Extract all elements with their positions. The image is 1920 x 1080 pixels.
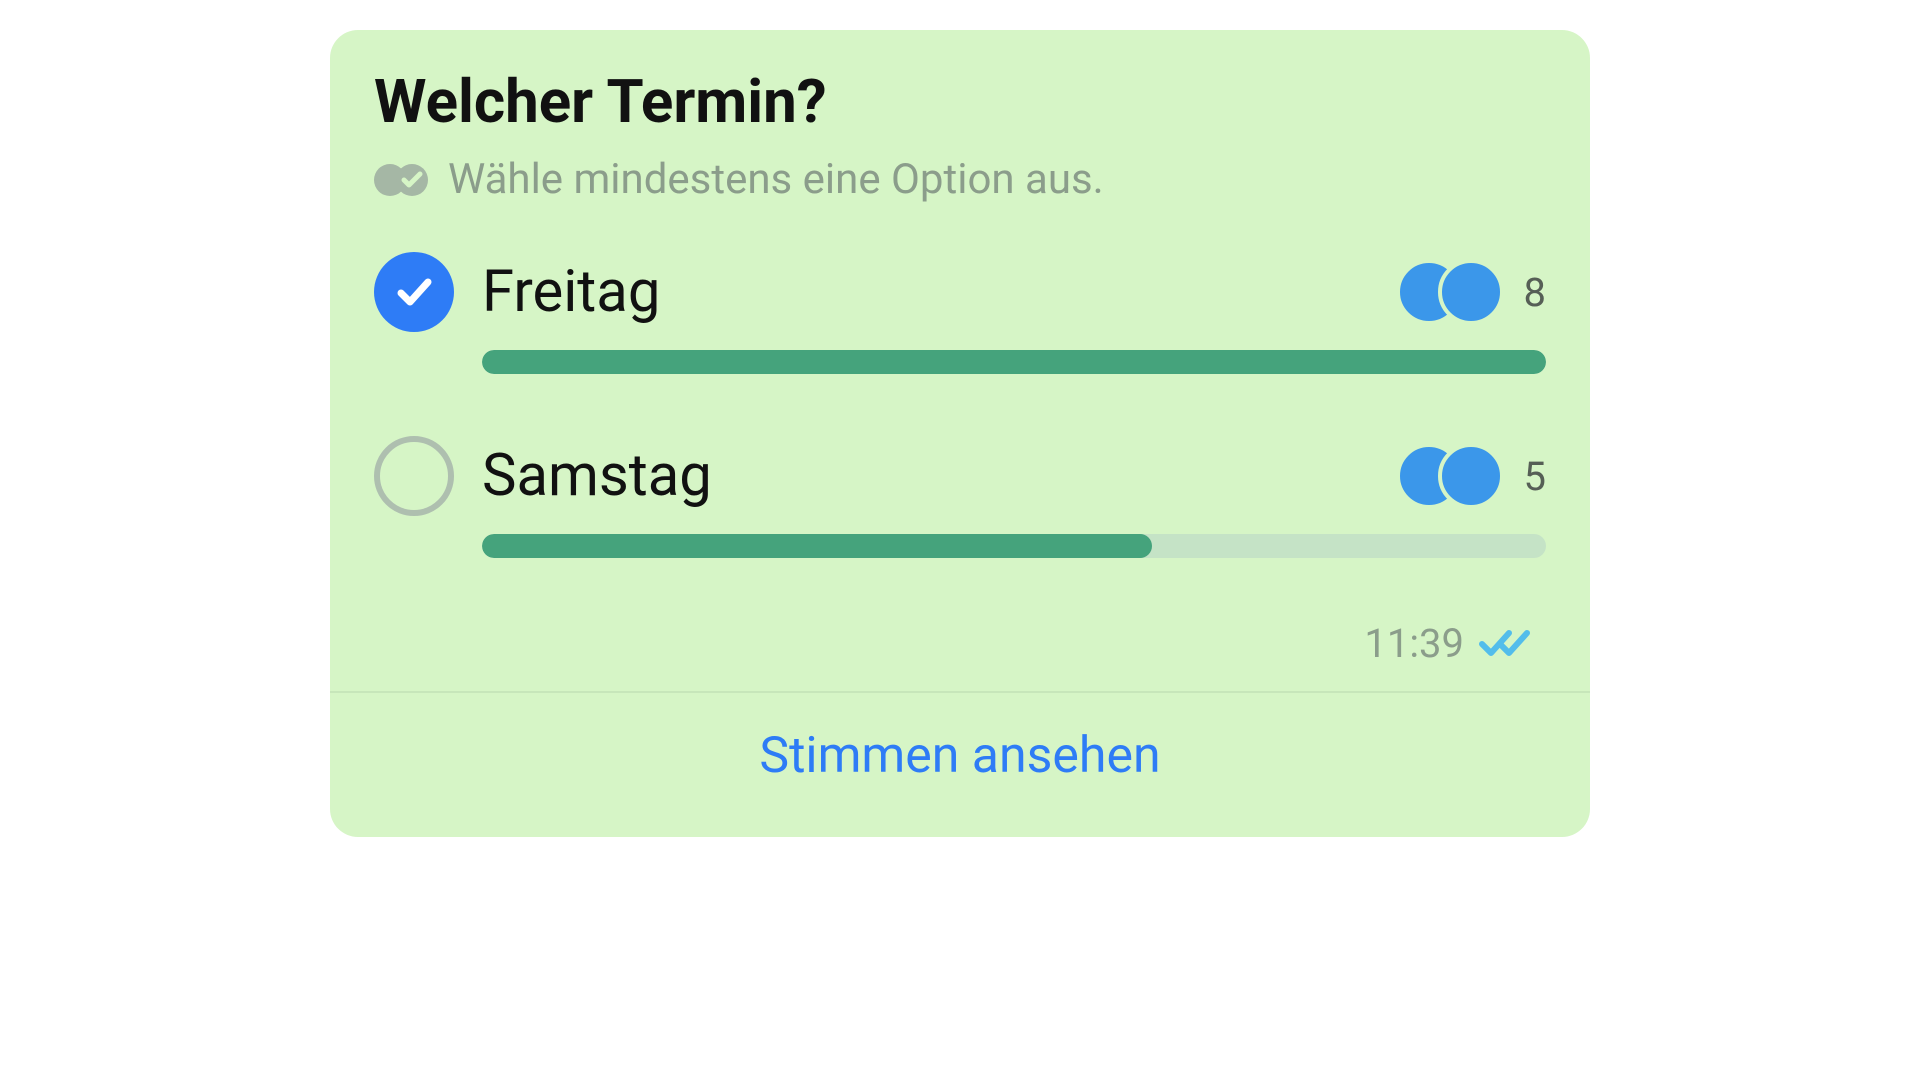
read-receipt-icon <box>1478 626 1534 662</box>
poll-type-icon <box>374 160 430 200</box>
poll-option-bar-fill <box>482 350 1546 374</box>
voter-avatars <box>1396 443 1504 509</box>
poll-option-label: Freitag <box>482 258 1368 326</box>
poll-option-vote-count: 8 <box>1518 269 1546 316</box>
view-votes-button[interactable]: Stimmen ansehen <box>330 693 1590 837</box>
poll-body: Welcher Termin? Wähle mindestens eine Op… <box>330 30 1590 691</box>
poll-option-label: Samstag <box>482 442 1368 510</box>
poll-instruction-text: Wähle mindestens eine Option aus. <box>448 155 1104 204</box>
option-checkmark-icon[interactable] <box>374 252 454 332</box>
voter-avatars <box>1396 259 1504 325</box>
avatar <box>1438 259 1504 325</box>
poll-option-vote-count: 5 <box>1518 453 1546 500</box>
message-timestamp: 11:39 <box>1364 620 1464 667</box>
poll-instruction-row: Wähle mindestens eine Option aus. <box>374 155 1546 204</box>
poll-message-bubble: Welcher Termin? Wähle mindestens eine Op… <box>330 30 1590 837</box>
poll-option-bar-track <box>482 350 1546 374</box>
poll-option-voters[interactable]: 5 <box>1396 443 1546 509</box>
poll-option-bar-track <box>482 534 1546 558</box>
poll-question: Welcher Termin? <box>374 66 1546 137</box>
poll-option[interactable]: Samstag 5 <box>374 436 1546 558</box>
poll-option-voters[interactable]: 8 <box>1396 259 1546 325</box>
avatar <box>1438 443 1504 509</box>
option-checkmark-icon[interactable] <box>374 436 454 516</box>
poll-option[interactable]: Freitag 8 <box>374 252 1546 374</box>
message-meta: 11:39 <box>374 620 1546 667</box>
poll-option-header: Samstag 5 <box>374 436 1546 516</box>
poll-option-bar-fill <box>482 534 1152 558</box>
poll-option-header: Freitag 8 <box>374 252 1546 332</box>
